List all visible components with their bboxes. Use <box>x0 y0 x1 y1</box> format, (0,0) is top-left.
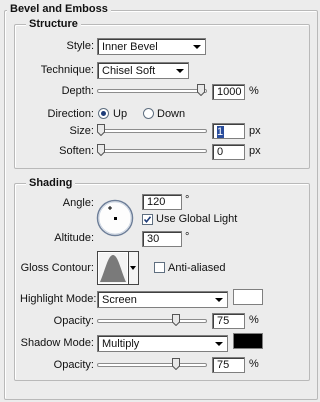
size-input[interactable]: 1 <box>212 123 245 139</box>
highlight-opacity-value: 75 <box>217 315 230 327</box>
style-dropdown[interactable]: Inner Bevel <box>97 38 206 55</box>
highlight-mode-dropdown[interactable]: Screen <box>97 291 228 308</box>
shadow-mode-dropdown[interactable]: Multiply <box>97 335 228 352</box>
size-slider-thumb[interactable] <box>97 124 105 136</box>
highlight-color-swatch[interactable] <box>233 289 263 305</box>
soften-slider[interactable] <box>97 149 207 153</box>
chevron-down-icon <box>193 45 201 49</box>
direction-up-radio[interactable] <box>98 108 109 119</box>
depth-unit: % <box>249 85 259 97</box>
chevron-down-icon <box>215 342 223 346</box>
shadow-opacity-label: Opacity: <box>53 359 94 371</box>
shadow-mode-label: Shadow Mode: <box>20 337 94 349</box>
shadow-opacity-value: 75 <box>217 359 230 371</box>
soften-label: Soften: <box>59 145 94 157</box>
altitude-unit: ° <box>185 231 190 243</box>
shadow-opacity-slider-thumb[interactable] <box>172 358 180 370</box>
highlight-opacity-unit: % <box>249 314 259 326</box>
shading-title: Shading <box>26 177 76 189</box>
depth-value: 1000 <box>217 86 242 98</box>
soften-value: 0 <box>217 146 224 158</box>
angle-input[interactable]: 120 <box>142 194 182 210</box>
depth-input[interactable]: 1000 <box>212 84 245 100</box>
highlight-opacity-label: Opacity: <box>53 315 94 327</box>
direction-down-radio[interactable] <box>143 108 154 119</box>
shadow-opacity-unit: % <box>249 358 259 370</box>
gloss-contour-picker[interactable] <box>97 251 141 285</box>
angle-value: 120 <box>147 196 166 208</box>
depth-slider-thumb[interactable] <box>197 84 205 96</box>
direction-label: Direction: <box>47 108 94 120</box>
highlight-mode-label: Highlight Mode: <box>20 293 97 305</box>
altitude-label: Altitude: <box>54 232 94 244</box>
anti-aliased-checkbox[interactable] <box>154 262 165 273</box>
size-unit: px <box>249 125 261 137</box>
shadow-mode-value: Multiply <box>102 338 140 350</box>
size-slider[interactable] <box>97 129 207 133</box>
use-global-light-checkbox[interactable] <box>142 214 153 225</box>
contour-dropdown-button[interactable] <box>128 251 139 285</box>
chevron-down-icon <box>130 266 136 270</box>
contour-preview-icon <box>97 251 129 285</box>
chevron-down-icon <box>176 69 184 73</box>
direction-up-label[interactable]: Up <box>113 108 127 121</box>
structure-title: Structure <box>26 18 81 30</box>
anti-aliased-label[interactable]: Anti-aliased <box>168 262 225 275</box>
highlight-opacity-input[interactable]: 75 <box>212 313 245 329</box>
style-label: Style: <box>66 40 94 52</box>
size-label: Size: <box>69 125 94 137</box>
depth-label: Depth: <box>61 85 94 97</box>
soften-unit: px <box>249 145 261 157</box>
chevron-down-icon <box>215 298 223 302</box>
soften-input[interactable]: 0 <box>212 144 245 160</box>
use-global-light-label[interactable]: Use Global Light <box>156 213 237 226</box>
technique-label: Technique: <box>40 64 94 76</box>
altitude-input[interactable]: 30 <box>142 231 182 247</box>
shadow-color-swatch[interactable] <box>233 333 263 349</box>
technique-dropdown[interactable]: Chisel Soft <box>97 62 189 79</box>
gloss-contour-label: Gloss Contour: <box>20 262 94 274</box>
technique-value: Chisel Soft <box>102 65 156 77</box>
angle-dial[interactable] <box>96 199 134 237</box>
direction-down-label[interactable]: Down <box>157 108 185 121</box>
soften-slider-thumb[interactable] <box>97 144 105 156</box>
highlight-opacity-slider-thumb[interactable] <box>172 314 180 326</box>
angle-unit: ° <box>185 194 190 206</box>
shadow-opacity-input[interactable]: 75 <box>212 357 245 373</box>
style-value: Inner Bevel <box>102 41 158 53</box>
shadow-opacity-slider[interactable] <box>97 363 207 367</box>
angle-label: Angle: <box>62 197 94 209</box>
checkmark-icon <box>143 216 152 224</box>
highlight-opacity-slider[interactable] <box>97 319 207 323</box>
size-value: 1 <box>217 126 224 138</box>
depth-slider[interactable] <box>97 89 207 93</box>
altitude-value: 30 <box>147 233 160 245</box>
highlight-mode-value: Screen <box>102 294 137 306</box>
panel-title: Bevel and Emboss <box>7 3 111 15</box>
